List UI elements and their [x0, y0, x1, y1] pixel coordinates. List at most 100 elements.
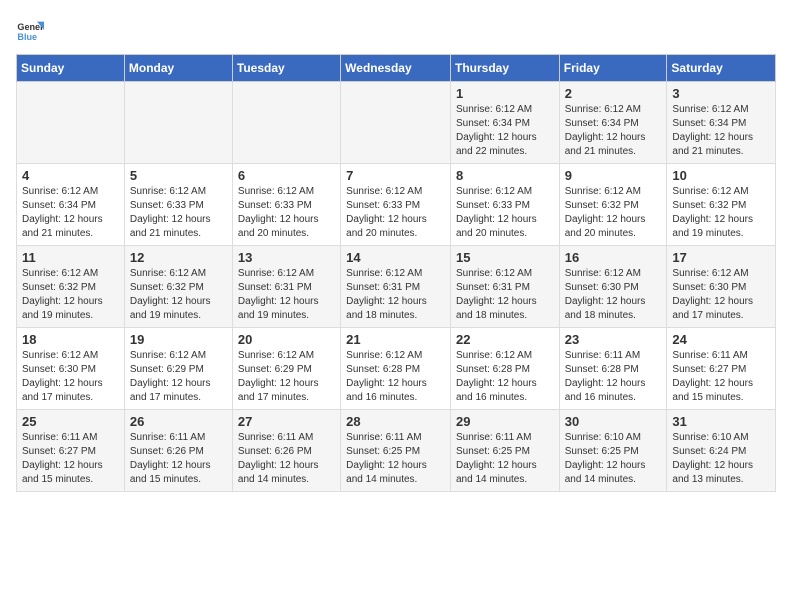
day-number: 2: [565, 86, 662, 101]
day-cell: [17, 82, 125, 164]
day-number: 31: [672, 414, 770, 429]
day-number: 17: [672, 250, 770, 265]
day-cell: 4 Sunrise: 6:12 AM Sunset: 6:34 PM Daylig…: [17, 164, 125, 246]
day-number: 5: [130, 168, 227, 183]
day-number: 27: [238, 414, 335, 429]
day-cell: 27 Sunrise: 6:11 AM Sunset: 6:26 PM Dayli…: [232, 410, 340, 492]
day-cell: 29 Sunrise: 6:11 AM Sunset: 6:25 PM Dayli…: [450, 410, 559, 492]
day-cell: 30 Sunrise: 6:10 AM Sunset: 6:25 PM Dayli…: [559, 410, 667, 492]
calendar-table: SundayMondayTuesdayWednesdayThursdayFrid…: [16, 54, 776, 492]
day-detail: Sunrise: 6:11 AM Sunset: 6:27 PM Dayligh…: [22, 431, 119, 487]
day-cell: 24 Sunrise: 6:11 AM Sunset: 6:27 PM Dayli…: [667, 328, 776, 410]
day-number: 7: [346, 168, 445, 183]
day-detail: Sunrise: 6:12 AM Sunset: 6:33 PM Dayligh…: [456, 185, 554, 241]
day-cell: [124, 82, 232, 164]
day-cell: 31 Sunrise: 6:10 AM Sunset: 6:24 PM Dayli…: [667, 410, 776, 492]
column-header-friday: Friday: [559, 55, 667, 82]
day-number: 9: [565, 168, 662, 183]
day-detail: Sunrise: 6:12 AM Sunset: 6:33 PM Dayligh…: [130, 185, 227, 241]
day-detail: Sunrise: 6:12 AM Sunset: 6:31 PM Dayligh…: [238, 267, 335, 323]
day-number: 21: [346, 332, 445, 347]
day-detail: Sunrise: 6:12 AM Sunset: 6:30 PM Dayligh…: [22, 349, 119, 405]
day-number: 10: [672, 168, 770, 183]
week-row-4: 18 Sunrise: 6:12 AM Sunset: 6:30 PM Dayli…: [17, 328, 776, 410]
day-detail: Sunrise: 6:12 AM Sunset: 6:32 PM Dayligh…: [130, 267, 227, 323]
day-detail: Sunrise: 6:12 AM Sunset: 6:30 PM Dayligh…: [565, 267, 662, 323]
day-detail: Sunrise: 6:12 AM Sunset: 6:34 PM Dayligh…: [22, 185, 119, 241]
day-number: 24: [672, 332, 770, 347]
day-number: 19: [130, 332, 227, 347]
day-cell: 20Sunrise: 6:12 AM Sunset: 6:29 PM Dayli…: [232, 328, 340, 410]
day-cell: 5 Sunrise: 6:12 AM Sunset: 6:33 PM Daylig…: [124, 164, 232, 246]
day-detail: Sunrise: 6:12 AM Sunset: 6:32 PM Dayligh…: [672, 185, 770, 241]
column-header-wednesday: Wednesday: [341, 55, 451, 82]
day-detail: Sunrise: 6:12 AM Sunset: 6:32 PM Dayligh…: [22, 267, 119, 323]
day-cell: 15 Sunrise: 6:12 AM Sunset: 6:31 PM Dayli…: [450, 246, 559, 328]
week-row-2: 4 Sunrise: 6:12 AM Sunset: 6:34 PM Daylig…: [17, 164, 776, 246]
svg-text:Blue: Blue: [17, 32, 37, 42]
week-row-1: 1 Sunrise: 6:12 AM Sunset: 6:34 PM Daylig…: [17, 82, 776, 164]
day-detail: Sunrise: 6:12 AM Sunset: 6:32 PM Dayligh…: [565, 185, 662, 241]
day-detail: Sunrise: 6:11 AM Sunset: 6:27 PM Dayligh…: [672, 349, 770, 405]
day-cell: [232, 82, 340, 164]
day-detail: Sunrise: 6:11 AM Sunset: 6:28 PM Dayligh…: [565, 349, 662, 405]
day-detail: Sunrise: 6:12 AM Sunset: 6:28 PM Dayligh…: [346, 349, 445, 405]
day-cell: 23Sunrise: 6:11 AM Sunset: 6:28 PM Dayli…: [559, 328, 667, 410]
day-number: 28: [346, 414, 445, 429]
week-row-5: 25 Sunrise: 6:11 AM Sunset: 6:27 PM Dayli…: [17, 410, 776, 492]
day-number: 14: [346, 250, 445, 265]
day-number: 25: [22, 414, 119, 429]
day-detail: Sunrise: 6:11 AM Sunset: 6:25 PM Dayligh…: [456, 431, 554, 487]
day-detail: Sunrise: 6:12 AM Sunset: 6:34 PM Dayligh…: [456, 103, 554, 159]
day-number: 4: [22, 168, 119, 183]
logo-icon: General Blue: [16, 16, 44, 44]
day-number: 26: [130, 414, 227, 429]
day-cell: 12Sunrise: 6:12 AM Sunset: 6:32 PM Dayli…: [124, 246, 232, 328]
day-number: 3: [672, 86, 770, 101]
day-number: 18: [22, 332, 119, 347]
day-number: 13: [238, 250, 335, 265]
day-cell: 16 Sunrise: 6:12 AM Sunset: 6:30 PM Dayli…: [559, 246, 667, 328]
day-cell: 8Sunrise: 6:12 AM Sunset: 6:33 PM Daylig…: [450, 164, 559, 246]
day-cell: 7 Sunrise: 6:12 AM Sunset: 6:33 PM Daylig…: [341, 164, 451, 246]
day-cell: 25 Sunrise: 6:11 AM Sunset: 6:27 PM Dayli…: [17, 410, 125, 492]
day-detail: Sunrise: 6:12 AM Sunset: 6:31 PM Dayligh…: [456, 267, 554, 323]
day-cell: 13 Sunrise: 6:12 AM Sunset: 6:31 PM Dayli…: [232, 246, 340, 328]
day-detail: Sunrise: 6:12 AM Sunset: 6:31 PM Dayligh…: [346, 267, 445, 323]
day-cell: 22Sunrise: 6:12 AM Sunset: 6:28 PM Dayli…: [450, 328, 559, 410]
day-cell: 28 Sunrise: 6:11 AM Sunset: 6:25 PM Dayli…: [341, 410, 451, 492]
day-number: 16: [565, 250, 662, 265]
page-header: General Blue: [16, 16, 776, 44]
day-cell: 17Sunrise: 6:12 AM Sunset: 6:30 PM Dayli…: [667, 246, 776, 328]
day-detail: Sunrise: 6:12 AM Sunset: 6:34 PM Dayligh…: [672, 103, 770, 159]
day-cell: 1 Sunrise: 6:12 AM Sunset: 6:34 PM Daylig…: [450, 82, 559, 164]
day-number: 15: [456, 250, 554, 265]
day-detail: Sunrise: 6:10 AM Sunset: 6:24 PM Dayligh…: [672, 431, 770, 487]
column-header-monday: Monday: [124, 55, 232, 82]
day-detail: Sunrise: 6:11 AM Sunset: 6:25 PM Dayligh…: [346, 431, 445, 487]
day-number: 29: [456, 414, 554, 429]
column-header-tuesday: Tuesday: [232, 55, 340, 82]
day-detail: Sunrise: 6:12 AM Sunset: 6:34 PM Dayligh…: [565, 103, 662, 159]
day-detail: Sunrise: 6:12 AM Sunset: 6:33 PM Dayligh…: [238, 185, 335, 241]
day-cell: 14 Sunrise: 6:12 AM Sunset: 6:31 PM Dayli…: [341, 246, 451, 328]
header-row: SundayMondayTuesdayWednesdayThursdayFrid…: [17, 55, 776, 82]
logo: General Blue: [16, 16, 48, 44]
day-detail: Sunrise: 6:11 AM Sunset: 6:26 PM Dayligh…: [238, 431, 335, 487]
week-row-3: 11Sunrise: 6:12 AM Sunset: 6:32 PM Dayli…: [17, 246, 776, 328]
day-detail: Sunrise: 6:12 AM Sunset: 6:29 PM Dayligh…: [238, 349, 335, 405]
day-cell: 10 Sunrise: 6:12 AM Sunset: 6:32 PM Dayli…: [667, 164, 776, 246]
day-cell: 3 Sunrise: 6:12 AM Sunset: 6:34 PM Daylig…: [667, 82, 776, 164]
column-header-thursday: Thursday: [450, 55, 559, 82]
day-number: 22: [456, 332, 554, 347]
day-cell: 18 Sunrise: 6:12 AM Sunset: 6:30 PM Dayli…: [17, 328, 125, 410]
day-detail: Sunrise: 6:11 AM Sunset: 6:26 PM Dayligh…: [130, 431, 227, 487]
day-cell: 2 Sunrise: 6:12 AM Sunset: 6:34 PM Daylig…: [559, 82, 667, 164]
day-cell: 26 Sunrise: 6:11 AM Sunset: 6:26 PM Dayli…: [124, 410, 232, 492]
day-cell: [341, 82, 451, 164]
day-number: 1: [456, 86, 554, 101]
day-detail: Sunrise: 6:10 AM Sunset: 6:25 PM Dayligh…: [565, 431, 662, 487]
day-number: 30: [565, 414, 662, 429]
column-header-sunday: Sunday: [17, 55, 125, 82]
day-detail: Sunrise: 6:12 AM Sunset: 6:33 PM Dayligh…: [346, 185, 445, 241]
